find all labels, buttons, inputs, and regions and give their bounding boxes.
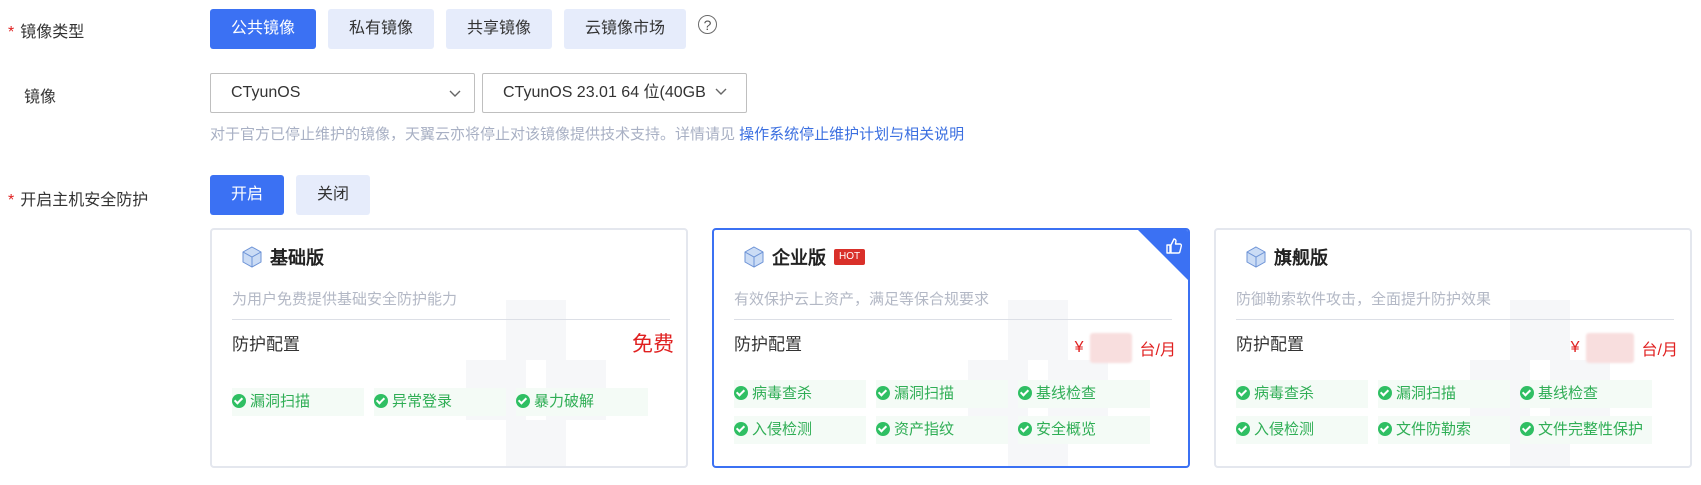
feature-tag: 文件防勒索 [1378,416,1510,444]
chevron-down-icon [715,88,727,95]
required-mark: * [8,192,15,209]
watermark-cubes-icon [466,300,606,466]
check-circle-icon [1236,422,1250,436]
plan-desc: 有效保护云上资产，满足等保合规要求 [734,291,990,308]
check-circle-icon [1378,422,1392,436]
plan-title: 旗舰版 [1274,248,1328,268]
check-circle-icon [876,422,890,436]
image-type-label: * 镜像类型 [8,24,85,41]
feature-tag: 暴力破解 [516,388,648,416]
tab-private-image[interactable]: 私有镜像 [328,9,434,49]
check-circle-icon [734,422,748,436]
plan-title: 基础版 [270,248,324,268]
server-cube-icon [242,246,262,268]
version-select[interactable]: CTyunOS 23.01 64 位(40GB [482,73,747,113]
tab-cloud-marketplace[interactable]: 云镜像市场 [564,9,686,49]
divider [1236,319,1674,320]
feature-tag: 漏洞扫描 [232,388,364,416]
feature-tag: 病毒查杀 [1236,380,1368,408]
help-icon[interactable]: ? [698,15,717,34]
version-select-value: CTyunOS 23.01 64 位(40GB [503,84,706,101]
price-unit: 台/月 [1641,342,1678,359]
plan-title: 企业版 [772,248,826,268]
thumbs-up-icon [1166,238,1183,254]
feature-tag: 资产指纹 [876,416,1008,444]
feature-tag: 基线检查 [1520,380,1652,408]
os-select[interactable]: CTyunOS [210,73,475,113]
image-hint: 对于官方已停止维护的镜像，天翼云亦将停止对该镜像提供技术支持。详情请见 操作系统… [210,126,965,143]
plan-title-row: 旗舰版 [1244,242,1328,272]
feature-tag: 安全概览 [1018,416,1150,444]
protection-config-label: 防护配置 [1236,335,1304,354]
plan-card-enterprise[interactable]: 企业版 HOT 有效保护云上资产，满足等保合规要求 防护配置 ¥ 台/月 病毒查… [712,228,1190,468]
divider [232,319,670,320]
plan-card-basic[interactable]: 基础版 为用户免费提供基础安全防护能力 防护配置 免费 漏洞扫描 异常登录 暴力… [210,228,688,468]
plan-price: ¥ 台/月 [1571,333,1678,363]
feature-tag: 漏洞扫描 [876,380,1008,408]
feature-tag: 漏洞扫描 [1378,380,1510,408]
check-circle-icon [1018,386,1032,400]
blurred-price [1089,333,1132,363]
server-cube-icon [744,246,764,268]
hot-badge: HOT [834,249,866,265]
security-off-button[interactable]: 关闭 [296,175,370,215]
feature-tag: 文件完整性保护 [1520,416,1652,444]
currency-symbol: ¥ [1570,339,1580,356]
eol-plan-link[interactable]: 操作系统停止维护计划与相关说明 [739,126,964,143]
feature-tag: 入侵检测 [1236,416,1368,444]
plan-price: ¥ 台/月 [1075,333,1176,363]
check-circle-icon [374,394,388,408]
check-circle-icon [876,386,890,400]
blurred-price [1585,333,1634,363]
check-circle-icon [1520,386,1534,400]
check-circle-icon [1520,422,1534,436]
check-circle-icon [232,394,246,408]
check-circle-icon [1018,422,1032,436]
security-on-button[interactable]: 开启 [210,175,284,215]
chevron-down-icon [449,90,461,97]
host-security-label: * 开启主机安全防护 [8,192,149,209]
protection-config-label: 防护配置 [232,335,300,354]
price-unit: 台/月 [1139,342,1176,359]
tab-public-image[interactable]: 公共镜像 [210,9,316,49]
protection-config-label: 防护配置 [734,335,802,354]
plan-title-row: 基础版 [240,242,324,272]
feature-tag: 异常登录 [374,388,506,416]
check-circle-icon [1378,386,1392,400]
required-mark: * [8,24,15,41]
plan-card-flagship[interactable]: 旗舰版 防御勒索软件攻击，全面提升防护效果 防护配置 ¥ 台/月 病毒查杀 漏洞… [1214,228,1692,468]
divider [734,319,1172,320]
check-circle-icon [516,394,530,408]
plan-title-row: 企业版 HOT [742,242,866,272]
currency-symbol: ¥ [1074,339,1084,356]
feature-tag: 入侵检测 [734,416,866,444]
tab-shared-image[interactable]: 共享镜像 [446,9,552,49]
check-circle-icon [734,386,748,400]
feature-tag: 病毒查杀 [734,380,866,408]
plan-desc: 为用户免费提供基础安全防护能力 [232,291,458,308]
feature-tag: 基线检查 [1018,380,1150,408]
plan-price: 免费 [632,333,674,356]
check-circle-icon [1236,386,1250,400]
image-label: 镜像 [24,89,57,106]
plan-desc: 防御勒索软件攻击，全面提升防护效果 [1236,291,1492,308]
server-cube-icon [1246,246,1266,268]
os-select-value: CTyunOS [231,84,301,101]
